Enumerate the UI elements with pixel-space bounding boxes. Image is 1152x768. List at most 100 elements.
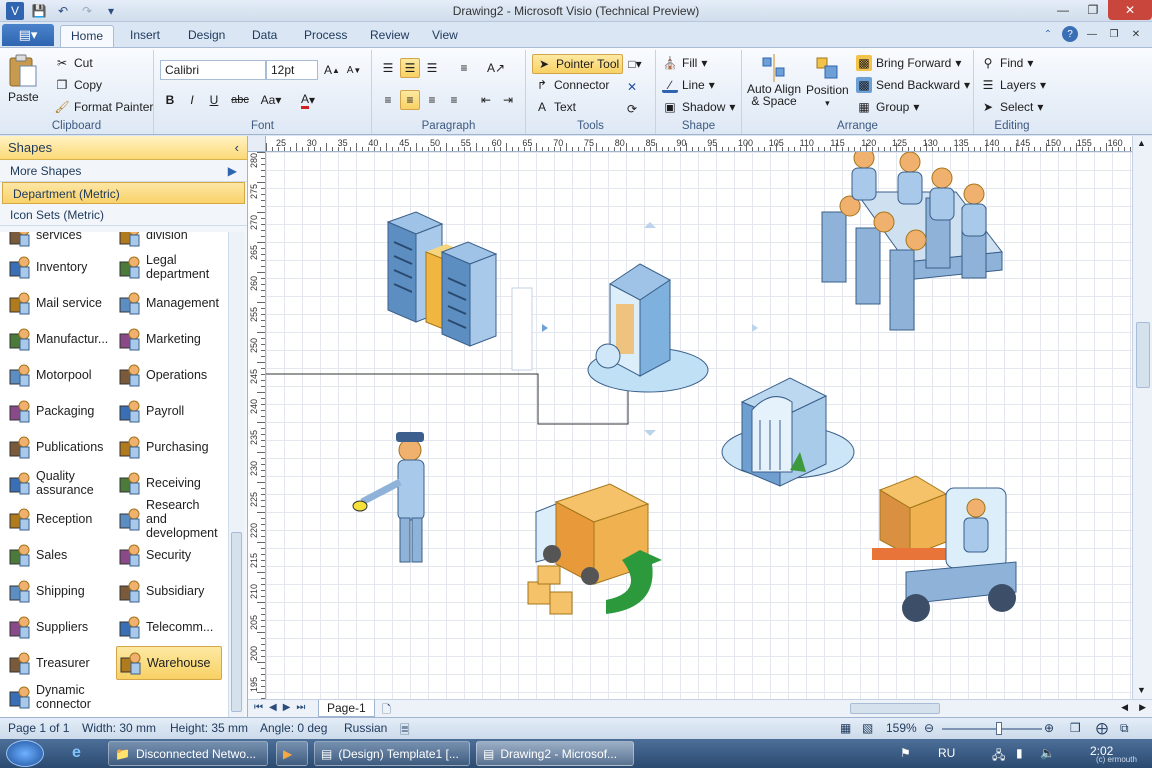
cut-button[interactable]: ✂ Cut [54,55,93,71]
close-icon[interactable]: ✕ [1108,0,1152,20]
connection-point-icon[interactable]: ⟳ [622,99,642,119]
canvas-vscroll-thumb[interactable] [1136,322,1150,388]
stencil-item-warehouse[interactable]: Warehouse [116,646,222,680]
text-tool-button[interactable]: A Text [534,99,576,115]
tray-flag-icon[interactable]: ⚑ [900,746,911,760]
align-right-icon[interactable]: ≡ [422,90,442,110]
align-center-icon[interactable]: ≡ [400,90,420,110]
increase-indent-icon[interactable]: ⇥ [498,90,518,110]
doc-minimize-icon[interactable]: — [1084,26,1100,42]
prev-page-icon[interactable]: ◀ [269,702,277,713]
stencil-scrollbar[interactable] [228,232,244,717]
stencil-item-legal-department[interactable]: Legal department [116,250,222,284]
more-shapes-button[interactable]: More Shapes ▶ [0,160,247,182]
stencil-icon-sets[interactable]: Icon Sets (Metric) [0,204,247,226]
line-button[interactable]: ∕ Line ▾ [662,77,715,93]
scroll-left-icon[interactable]: ◀ [1121,702,1128,713]
strikethrough-icon[interactable]: abc [230,90,250,110]
doc-restore-icon[interactable]: ❐ [1106,26,1122,42]
autoconnect-down-arrow-icon[interactable] [644,430,656,436]
stencil-item-manufactur[interactable]: Manufactur... [6,322,112,356]
restore-icon[interactable]: ❐ [1078,0,1108,20]
zoom-level[interactable]: 159% [886,721,917,735]
stencil-item-packaging[interactable]: Packaging [6,394,112,428]
stencil-item-suppliers[interactable]: Suppliers [6,610,112,644]
meeting-room-shape[interactable] [821,152,1003,331]
stencil-item-security[interactable]: Security [116,538,222,572]
tab-view[interactable]: View [422,25,468,47]
connector-button[interactable]: ↱ Connector [534,77,609,93]
italic-icon[interactable]: I [182,90,202,110]
volume-icon[interactable]: 🔈 [1040,746,1055,760]
decrease-indent-icon[interactable]: ⇤ [476,90,496,110]
task-design-template[interactable]: ▤ (Design) Template1 [... [314,741,470,766]
server-shape[interactable] [386,211,498,347]
first-page-icon[interactable]: ⏮ [254,702,263,713]
autoconnect-up-arrow-icon[interactable] [644,222,656,228]
select-button[interactable]: ➤ Select ▾ [980,99,1043,115]
stencil-item-division[interactable]: division [116,232,222,252]
start-button[interactable] [6,740,44,767]
stencil-item-reception[interactable]: Reception [6,502,112,536]
position-button[interactable]: Position ▾ [806,54,849,109]
stencil-item-quality-assurance[interactable]: Quality assurance [6,466,112,500]
internet-explorer-icon[interactable]: e [72,744,81,762]
fit-page-icon[interactable]: ❒ [1070,721,1081,735]
fill-button[interactable]: ⛪ Fill ▾ [662,55,708,71]
stencil-item-subsidiary[interactable]: Subsidiary [116,574,222,608]
shrink-font-icon[interactable]: A ▼ [344,60,364,80]
scroll-right-icon[interactable]: ▶ [1139,702,1146,713]
stencil-item-marketing[interactable]: Marketing [116,322,222,356]
zoom-in-icon[interactable]: ⊕ [1044,721,1054,735]
stencil-item-publications[interactable]: Publications [6,430,112,464]
stencil-item-sales[interactable]: Sales [6,538,112,572]
tab-data[interactable]: Data [242,25,287,47]
network-icon[interactable]: 🖧 [992,746,1005,767]
collapse-panel-icon[interactable]: ‹ [235,140,239,155]
layers-button[interactable]: ☰ Layers ▾ [980,77,1046,93]
stencil-item-treasurer[interactable]: Treasurer [6,646,112,680]
library-shape[interactable] [587,263,709,393]
align-bottom-icon[interactable]: ☰ [422,58,442,78]
send-backward-button[interactable]: ▩ Send Backward ▾ [856,77,970,93]
ribbon-minimize-icon[interactable]: ⌃ [1040,26,1056,42]
scroll-up-icon[interactable]: ▲ [1137,138,1146,148]
forklift-shape[interactable] [872,475,1017,622]
paste-button[interactable]: Paste [8,54,39,104]
font-size-field[interactable]: 12pt [266,60,318,80]
stencil-department[interactable]: Department (Metric) [2,182,245,204]
change-case-icon[interactable]: Aa▾ [258,90,284,110]
stencil-item-dynamic-connector[interactable]: Dynamic connector [6,680,112,714]
battery-icon[interactable]: ▮ [1016,746,1023,760]
stencil-item-purchasing[interactable]: Purchasing [116,430,222,464]
stencil-item-receiving[interactable]: Receiving [116,466,222,500]
shape-mini-toolbar[interactable] [511,287,533,371]
stencil-item-research-and-development[interactable]: Research and development [116,498,222,540]
next-page-icon[interactable]: ▶ [283,702,291,713]
font-color-icon[interactable]: A ▾ [294,90,322,110]
help-icon[interactable]: ? [1062,26,1078,42]
page-tab[interactable]: Page-1 [318,700,375,717]
stencil-item-mail-service[interactable]: Mail service [6,286,112,320]
horizontal-ruler[interactable]: 2530354045505560657075808590951001051101… [266,136,1132,152]
find-button[interactable]: ⚲ Find ▾ [980,55,1034,71]
delivery-truck-shape[interactable] [527,483,662,615]
stencil-scroll-thumb[interactable] [231,532,242,712]
font-name-field[interactable]: Calibri [160,60,266,80]
office-building-shape[interactable] [721,377,855,487]
stencil-item-payroll[interactable]: Payroll [116,394,222,428]
tab-design[interactable]: Design [178,25,235,47]
tab-review[interactable]: Review [360,25,419,47]
canvas-vertical-scrollbar[interactable]: ▲ ▼ [1132,136,1152,699]
autoconnect-right-arrow-icon[interactable] [752,324,758,332]
task-disconnected-networks[interactable]: 📁 Disconnected Netwo... [108,741,268,766]
language-bar[interactable]: RU [938,746,955,760]
text-direction-icon[interactable]: A↗ [486,58,506,78]
rectangle-tool-icon[interactable]: □▾ [622,54,648,74]
tab-home[interactable]: Home [60,25,115,47]
pointer-tool-button[interactable]: ➤ Pointer Tool [532,54,624,74]
bring-forward-button[interactable]: ▩ Bring Forward ▾ [856,55,961,71]
group-button[interactable]: ▦ Group ▾ [856,99,919,115]
bold-icon[interactable]: B [160,90,180,110]
doc-close-icon[interactable]: ✕ [1128,26,1144,42]
